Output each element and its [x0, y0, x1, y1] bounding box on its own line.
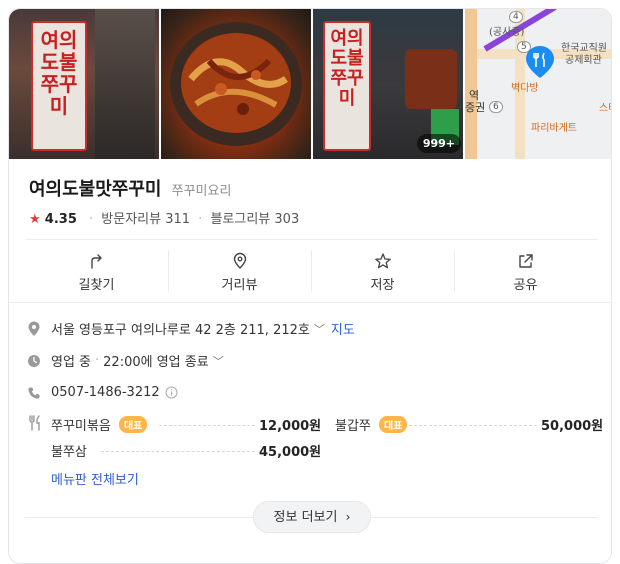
map-thumbnail[interactable]: 4 (공사중) 5 한국교직원 공제회관 벽다방 역 증권 6 파리바게트 스타 [465, 9, 611, 159]
separator-dot: · [198, 212, 203, 227]
menu-item-price: 50,000원 [541, 419, 604, 434]
dotted-leader [101, 451, 255, 452]
menu-item-price: 45,000원 [259, 445, 322, 460]
street-view-button[interactable]: 거리뷰 [168, 244, 311, 302]
menu-item-name: 불갑쭈 [335, 419, 371, 434]
place-name[interactable]: 여의도불맛쭈꾸미 [29, 179, 161, 200]
directions-icon [90, 254, 102, 269]
exit-4-label: 4 [509, 11, 523, 23]
divider [25, 239, 597, 240]
share-label: 공유 [513, 278, 538, 293]
rating-value: 4.35 [44, 212, 77, 227]
more-info-button[interactable]: 정보 더보기 › [253, 501, 371, 533]
street-view-icon [233, 252, 246, 269]
location-pin-icon [526, 46, 554, 78]
banner-text: 여의도불쭈꾸미 [330, 28, 364, 109]
star-icon [374, 253, 391, 269]
menu-item-price: 12,000원 [259, 419, 322, 434]
view-full-menu-link[interactable]: 메뉴판 전체보기 [51, 469, 139, 488]
exit-6-label: 6 [489, 101, 503, 113]
banner-text: 여의도불쭈꾸미 [40, 28, 78, 118]
location-icon [28, 321, 40, 336]
visitor-reviews-link[interactable]: 방문자리뷰 311 [101, 212, 190, 227]
rating-row: ★ 4.35 · 방문자리뷰 311 · 블로그리뷰 303 [29, 208, 299, 227]
chevron-down-icon[interactable]: ﹀ [314, 321, 325, 337]
clock-icon [28, 354, 40, 367]
map-edge-label: 스타 [599, 103, 611, 114]
phone-number[interactable]: 0507-1486-3212 [51, 385, 160, 400]
photo-2[interactable] [161, 9, 311, 159]
directions-label: 길찾기 [78, 278, 115, 293]
divider [9, 302, 611, 303]
menu-poster [405, 49, 457, 109]
storefront [95, 9, 155, 159]
action-bar: 길찾기 거리뷰 저장 공유 [25, 244, 597, 302]
hours-row[interactable]: 영업 중 · 22:00에 영업 종료 ﹀ [27, 351, 224, 370]
station-name-2: 증권 [465, 101, 486, 114]
phone-row: 0507-1486-3212 [27, 385, 178, 400]
menu-item-3[interactable]: 불쭈삼 [51, 441, 87, 460]
map-link[interactable]: 지도 [331, 319, 355, 338]
share-icon [518, 254, 533, 268]
open-status: 영업 중 [51, 355, 92, 370]
cafe-label: 벽다방 [511, 83, 539, 94]
menu-item-2[interactable]: 불갑쭈 대표 [335, 415, 408, 434]
menu-item-name: 쭈꾸미볶음 [51, 419, 111, 434]
photo-strip: 여의도불쭈꾸미 여의도불쭈꾸미 4 (공사중) 5 한국교직원 공제회관 벽다방… [9, 9, 611, 159]
more-info-label: 정보 더보기 [273, 510, 338, 525]
blog-reviews-link[interactable]: 블로그리뷰 303 [210, 212, 299, 227]
address-row: 서울 영등포구 여의나루로 42 2층 211, 212호 ﹀ 지도 [27, 319, 355, 338]
station-label: (공사중) [489, 27, 525, 38]
menu-item-name: 불쭈삼 [51, 445, 87, 460]
dotted-leader [409, 425, 537, 426]
chevron-right-icon: › [345, 510, 351, 524]
phone-icon [28, 387, 40, 399]
save-label: 저장 [370, 278, 395, 293]
bakery-label: 파리바게트 [531, 123, 577, 134]
info-icon[interactable] [165, 386, 178, 399]
separator-dot: · [95, 353, 100, 368]
menu-fork-icon [29, 415, 40, 431]
rating-star-icon: ★ [29, 212, 41, 227]
save-button[interactable]: 저장 [311, 244, 454, 302]
directions-button[interactable]: 길찾기 [25, 244, 168, 302]
featured-badge: 대표 [118, 416, 148, 433]
dotted-leader [159, 425, 255, 426]
building-label-2: 공제회관 [565, 55, 602, 66]
menu-item-1[interactable]: 쭈꾸미볶음 대표 [51, 415, 148, 434]
featured-badge: 대표 [379, 416, 408, 433]
address-text[interactable]: 서울 영등포구 여의나루로 42 2층 211, 212호 [51, 319, 310, 338]
separator-dot: · [89, 212, 94, 227]
store-banner: 여의도불쭈꾸미 [323, 21, 371, 151]
chevron-down-icon[interactable]: ﹀ [213, 353, 224, 369]
place-card: 여의도불쭈꾸미 여의도불쭈꾸미 4 (공사중) 5 한국교직원 공제회관 벽다방… [8, 8, 612, 564]
street-view-label: 거리뷰 [221, 278, 258, 293]
food-plate-image [170, 22, 302, 146]
title-row: 여의도불맛쭈꾸미 쭈꾸미요리 [29, 175, 231, 201]
closing-time: 22:00에 영업 종료 [103, 355, 209, 370]
store-banner: 여의도불쭈꾸미 [31, 21, 87, 151]
share-button[interactable]: 공유 [454, 244, 597, 302]
photo-count-badge: 999+ [416, 134, 461, 153]
place-category: 쭈꾸미요리 [171, 184, 232, 199]
photo-1[interactable]: 여의도불쭈꾸미 [9, 9, 159, 159]
